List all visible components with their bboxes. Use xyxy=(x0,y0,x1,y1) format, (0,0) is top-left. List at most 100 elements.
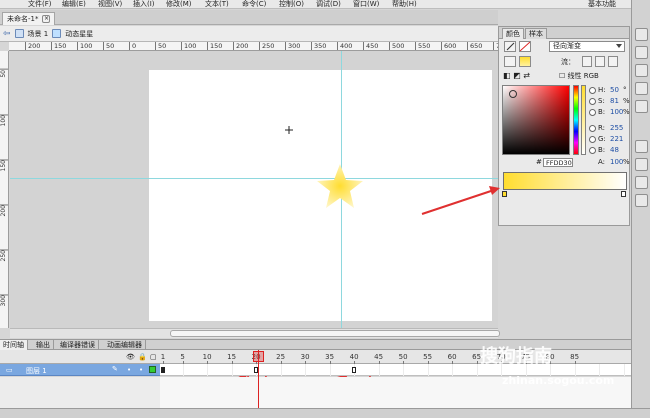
menu-commands[interactable]: 命令(C) xyxy=(242,0,266,9)
breadcrumb-scene[interactable]: 场景 1 xyxy=(28,29,49,39)
layer-row[interactable]: ▭ 图层 1 ✎ • • xyxy=(0,364,160,376)
movieclip-icon xyxy=(52,29,62,38)
radio-green[interactable] xyxy=(589,136,596,143)
swatches-icon[interactable] xyxy=(635,46,648,59)
frame-gridline xyxy=(280,364,282,376)
blue-value[interactable]: 48 xyxy=(610,146,619,154)
radio-red[interactable] xyxy=(589,125,596,132)
menu-view[interactable]: 视图(V) xyxy=(98,0,122,9)
radio-blue[interactable] xyxy=(589,147,596,154)
keyframe[interactable] xyxy=(161,367,165,373)
flow-reflect-button[interactable] xyxy=(595,56,605,67)
alpha-slider[interactable] xyxy=(581,85,586,155)
horizontal-guide[interactable] xyxy=(10,178,498,179)
radio-hue[interactable] xyxy=(589,87,596,94)
paint-bucket-icon[interactable] xyxy=(504,56,516,67)
eye-icon[interactable]: 👁 xyxy=(126,353,135,361)
lock-dot[interactable]: • xyxy=(139,366,143,374)
layer-icon: ▭ xyxy=(6,366,13,374)
tab-output[interactable]: 输出 xyxy=(33,340,54,350)
ruler-tick: 300 xyxy=(285,42,300,50)
ruler-tick: 250 xyxy=(0,249,8,262)
color-picker-field[interactable] xyxy=(502,85,570,155)
info-icon[interactable] xyxy=(635,82,648,95)
stage-horizontal-scrollbar[interactable] xyxy=(10,328,500,338)
red-value[interactable]: 255 xyxy=(610,124,623,132)
hue-slider[interactable] xyxy=(573,85,579,155)
projects-icon[interactable] xyxy=(635,194,648,207)
color-panel: 颜色 样本 径向渐变 流： ◧ ◩ ⇄ ☐ 线性 RGB H: 50 ° S: … xyxy=(498,26,630,226)
hue-value[interactable]: 50 xyxy=(610,86,619,94)
saturation-label: S: xyxy=(598,97,605,105)
menu-insert[interactable]: 插入(I) xyxy=(133,0,155,9)
alpha-value[interactable]: 100 xyxy=(610,158,623,166)
tab-color[interactable]: 颜色 xyxy=(502,28,524,39)
vertical-ruler: 50100150200250300350 xyxy=(0,51,9,328)
transform-icon[interactable] xyxy=(635,100,648,113)
swap-colors-icon[interactable]: ◧ ◩ ⇄ xyxy=(503,71,530,80)
tab-motion-editor[interactable]: 动画编辑器 xyxy=(104,340,146,350)
document-tab[interactable]: 未命名-1* × xyxy=(2,12,56,25)
star-shape[interactable] xyxy=(312,160,368,212)
outline-color-box[interactable] xyxy=(149,366,156,373)
ruler-tick: 300 xyxy=(0,294,8,307)
watermark: 搜狗指南 zhinan.sogou.com xyxy=(478,340,638,400)
radio-brightness[interactable] xyxy=(589,109,596,116)
breadcrumb-symbol[interactable]: 动态星星 xyxy=(65,29,93,39)
color-panel-icon[interactable] xyxy=(635,28,648,41)
tab-timeline[interactable]: 时间轴 xyxy=(0,340,28,350)
linear-rgb-checkbox[interactable]: ☐ 线性 RGB xyxy=(559,71,599,81)
flow-repeat-button[interactable] xyxy=(608,56,618,67)
lock-icon[interactable]: 🔒 xyxy=(138,353,147,361)
pencil-icon[interactable]: ✎ xyxy=(112,365,118,373)
ruler-tick: 400 xyxy=(337,42,352,50)
watermark-brand: 搜狗指南 xyxy=(480,346,552,367)
workspace-switcher[interactable]: 基本功能 xyxy=(588,0,616,9)
menu-file[interactable]: 文件(F) xyxy=(28,0,52,9)
tab-swatches[interactable]: 样本 xyxy=(525,28,547,39)
menu-edit[interactable]: 编辑(E) xyxy=(62,0,86,9)
menu-control[interactable]: 控制(O) xyxy=(279,0,304,9)
back-arrow-icon[interactable]: ⇦ xyxy=(3,29,11,39)
saturation-value[interactable]: 81 xyxy=(610,97,619,105)
align-icon[interactable] xyxy=(635,64,648,77)
code-snippets-icon[interactable] xyxy=(635,140,648,153)
frame-number: 45 xyxy=(374,353,384,361)
keyframe[interactable] xyxy=(352,367,357,373)
menu-text[interactable]: 文本(T) xyxy=(205,0,229,9)
fill-color-swatch[interactable] xyxy=(519,56,531,67)
alpha-unit: % xyxy=(623,158,630,166)
brightness-value[interactable]: 100 xyxy=(610,108,623,116)
stroke-color-icon[interactable] xyxy=(504,41,516,52)
hue-unit: ° xyxy=(623,86,627,94)
green-value[interactable]: 221 xyxy=(610,135,623,143)
visibility-dot[interactable]: • xyxy=(127,366,131,374)
menu-bar: 文件(F) 编辑(E) 视图(V) 插入(I) 修改(M) 文本(T) 命令(C… xyxy=(0,0,650,9)
ruler-tick: 550 xyxy=(415,42,430,50)
menu-help[interactable]: 帮助(H) xyxy=(392,0,417,9)
scrollbar-thumb[interactable] xyxy=(170,330,500,337)
red-label: R: xyxy=(598,124,606,132)
motion-presets-icon[interactable] xyxy=(635,176,648,189)
layer-name[interactable]: 图层 1 xyxy=(26,366,47,376)
gradient-stop-end[interactable] xyxy=(621,191,626,197)
close-icon[interactable]: × xyxy=(42,15,51,23)
menu-debug[interactable]: 调试(D) xyxy=(316,0,341,9)
gradient-stop-start[interactable] xyxy=(502,191,507,197)
picker-marker[interactable] xyxy=(509,90,517,98)
flow-extend-button[interactable] xyxy=(582,56,592,67)
stroke-none-swatch[interactable] xyxy=(519,41,531,52)
gradient-definition-bar[interactable] xyxy=(503,172,627,190)
green-label: G: xyxy=(598,135,606,143)
radio-saturation[interactable] xyxy=(589,98,596,105)
tab-compiler-errors[interactable]: 编译器错误 xyxy=(57,340,99,350)
outline-icon[interactable]: ▢ xyxy=(150,353,157,361)
menu-modify[interactable]: 修改(M) xyxy=(166,0,192,9)
components-icon[interactable] xyxy=(635,158,648,171)
frame-number: 25 xyxy=(276,353,286,361)
fill-type-dropdown[interactable]: 径向渐变 xyxy=(549,41,625,52)
playhead[interactable] xyxy=(253,351,264,362)
hex-input[interactable]: FFDD30 xyxy=(543,158,573,167)
menu-window[interactable]: 窗口(W) xyxy=(353,0,379,9)
saturation-unit: % xyxy=(623,97,630,105)
